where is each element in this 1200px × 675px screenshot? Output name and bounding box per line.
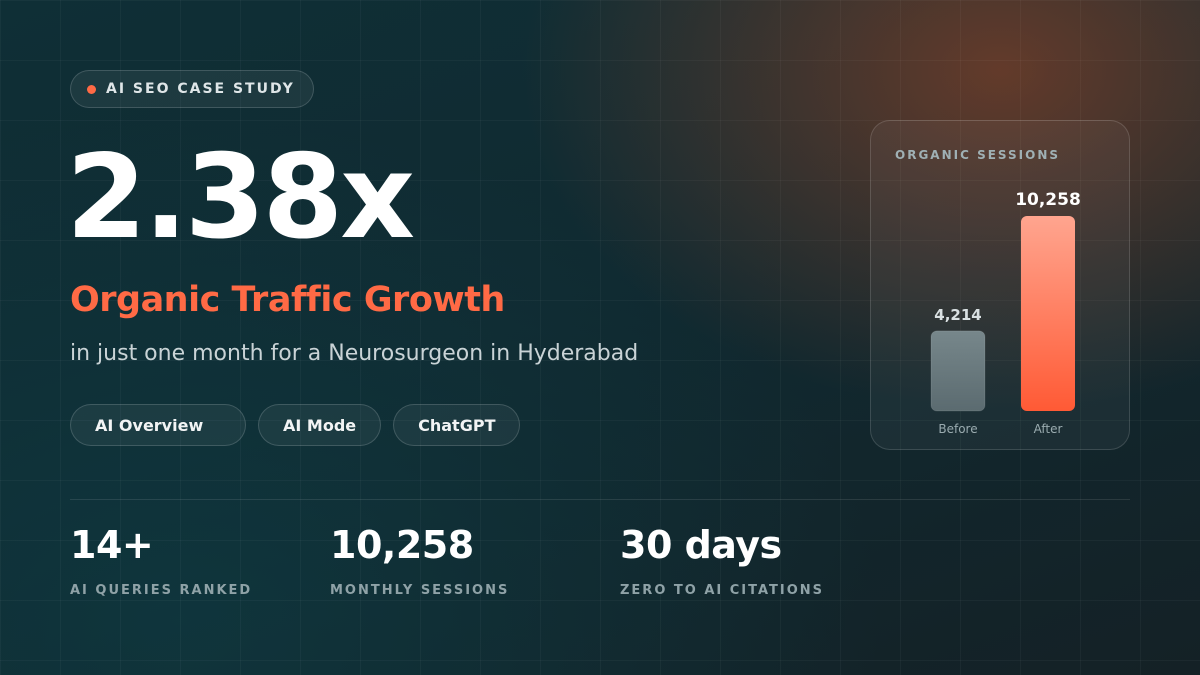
growth-subtitle: Organic Traffic Growth — [70, 280, 505, 320]
stat-days: 30 days ZERO TO AI CITATIONS — [620, 526, 824, 598]
growth-description: in just one month for a Neurosurgeon in … — [70, 341, 639, 366]
bar-before — [930, 330, 986, 412]
stat-value: 14+ — [70, 523, 154, 567]
stat-value: 30 days — [620, 523, 782, 567]
stat-label: AI QUERIES RANKED — [70, 583, 253, 598]
bar-value-label-after: 10,258 — [1015, 190, 1081, 210]
case-study-badge: AI SEO CASE STUDY — [70, 70, 314, 108]
stat-value: 10,258 — [330, 523, 474, 567]
bar-category-label-after: After — [1034, 422, 1063, 436]
stat-label: ZERO TO AI CITATIONS — [620, 583, 825, 598]
sessions-bar-chart: 4,214 Before 10,258 After — [930, 190, 1081, 436]
stats-divider — [70, 499, 1130, 500]
bar-value-label-before: 4,214 — [934, 306, 981, 324]
platform-pills: AI Overview AI Mode ChatGPT — [70, 404, 521, 446]
pill-chatgpt[interactable]: ChatGPT — [393, 404, 521, 446]
pill-ai-overview[interactable]: AI Overview — [70, 404, 246, 446]
growth-multiplier: 2.38x — [66, 130, 415, 265]
bar-after — [1021, 216, 1075, 411]
stat-queries: 14+ AI QUERIES RANKED — [70, 526, 252, 598]
pill-ai-mode[interactable]: AI Mode — [258, 404, 382, 446]
organic-sessions-card: ORGANIC SESSIONS 4,214 Before 10,258 After — [870, 120, 1130, 450]
stat-sessions: 10,258 MONTHLY SESSIONS — [330, 526, 509, 598]
stat-label: MONTHLY SESSIONS — [330, 583, 510, 598]
badge-label: AI SEO CASE STUDY — [106, 81, 295, 97]
bar-category-label-before: Before — [938, 422, 977, 436]
status-dot-icon — [87, 84, 96, 94]
